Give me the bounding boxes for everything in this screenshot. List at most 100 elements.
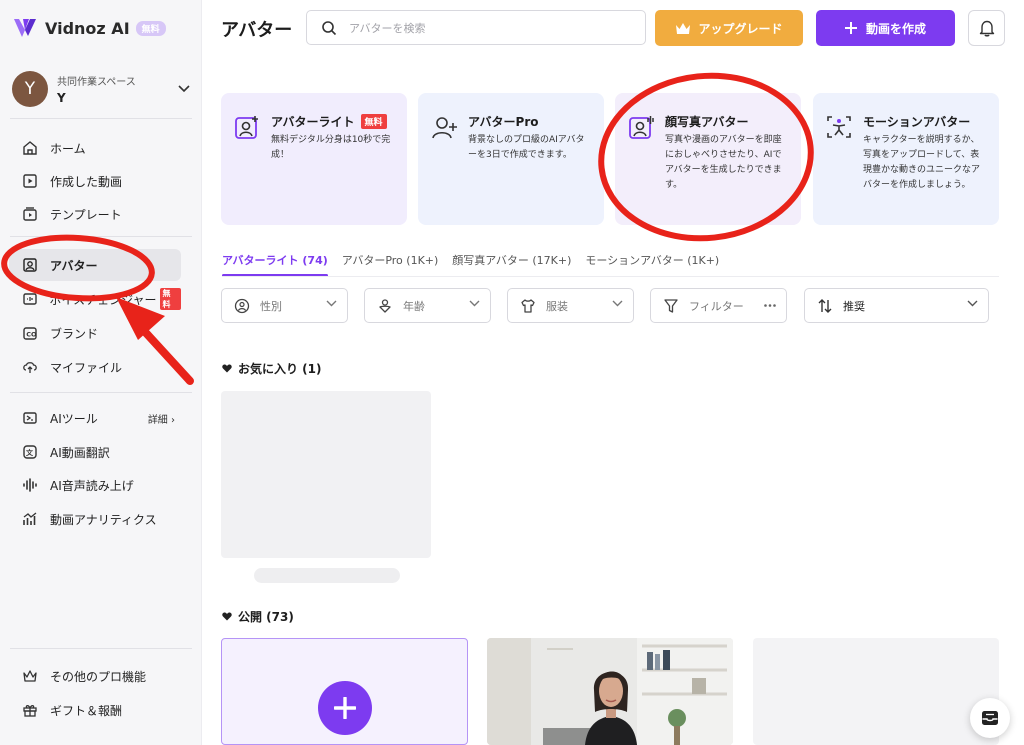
create-video-button[interactable]: 動画を作成 xyxy=(816,10,955,46)
details-label: 詳細 xyxy=(147,414,168,426)
brand-icon: CO xyxy=(23,327,37,340)
ai-tools-icon xyxy=(23,412,37,424)
page-title: アバター xyxy=(221,20,293,41)
tab-avatar-pro[interactable]: アバターPro (1K+) xyxy=(342,252,439,277)
filter-label: フィルター xyxy=(689,299,744,313)
sidebar-item-home[interactable]: ホーム xyxy=(9,132,181,164)
divider xyxy=(10,118,192,119)
analytics-icon xyxy=(23,512,37,525)
sidebar-item-templates[interactable]: テンプレート xyxy=(9,198,181,230)
free-badge: 無料 xyxy=(159,288,181,310)
plus-icon xyxy=(844,22,857,34)
heart-icon xyxy=(222,364,232,373)
app-name: Vidnoz AI xyxy=(45,18,130,38)
sidebar-item-voice-changer[interactable]: ボイスチェンジャー 無料 xyxy=(9,283,181,315)
sidebar-item-avatar[interactable]: アバター xyxy=(9,249,181,281)
notification-button[interactable] xyxy=(968,10,1005,46)
avatar-icon xyxy=(23,258,37,272)
card-photo-avatar[interactable]: 顔写真アバター 写真や漫画のアバターを即座におしゃべりさせたり、AIでアバターを… xyxy=(615,93,801,225)
divider xyxy=(10,648,192,649)
sidebar-item-label: ボイスチェンジャー xyxy=(49,292,157,307)
card-description: 写真や漫画のアバターを即座におしゃべりさせたり、AIでアバターを生成したりできま… xyxy=(665,135,782,190)
person-circle-icon xyxy=(234,298,250,313)
card-avatar-pro[interactable]: アバターPro 背景なしのプロ級のAIアバターを3日で作成できます。 xyxy=(418,93,604,225)
search-input[interactable]: アバターを検索 xyxy=(306,10,646,45)
chevron-down-icon xyxy=(612,300,623,307)
bell-icon xyxy=(979,20,994,37)
sort-select[interactable]: 推奨 xyxy=(804,288,989,323)
sidebar-item-analytics[interactable]: 動画アナリティクス xyxy=(9,503,181,535)
filter-label: 性別 xyxy=(260,299,282,313)
search-placeholder: アバターを検索 xyxy=(349,21,426,35)
sidebar-item-label: テンプレート xyxy=(50,207,122,222)
upgrade-label: アップグレード xyxy=(698,21,783,36)
divider xyxy=(10,392,192,393)
favorite-avatar-card[interactable] xyxy=(221,391,431,558)
tab-motion-avatar[interactable]: モーションアバター (1K+) xyxy=(585,252,719,277)
crown-icon xyxy=(23,670,37,682)
sidebar-item-label: 動画アナリティクス xyxy=(50,512,157,527)
tabs-divider xyxy=(222,276,999,277)
clothing-filter[interactable]: 服装 xyxy=(507,288,634,323)
sidebar-item-gifts[interactable]: ギフト＆報酬 xyxy=(9,694,181,726)
tab-avatar-lite[interactable]: アバターライト (74) xyxy=(222,252,328,277)
sidebar-item-label: マイファイル xyxy=(50,360,123,375)
motion-avatar-icon xyxy=(827,116,851,138)
section-title: 公開 (73) xyxy=(238,610,294,624)
avatar: Y xyxy=(12,71,48,107)
create-avatar-card[interactable] xyxy=(221,638,468,745)
create-label: 動画を作成 xyxy=(865,21,926,36)
tab-photo-avatar[interactable]: 顔写真アバター (17K+) xyxy=(452,252,571,277)
workspace-switcher[interactable]: Y 共同作業スペース Y xyxy=(12,70,190,108)
free-badge: 無料 xyxy=(135,20,166,36)
age-icon xyxy=(379,298,391,313)
video-icon xyxy=(23,174,37,188)
chevron-down-icon xyxy=(178,85,190,93)
age-filter[interactable]: 年齢 xyxy=(364,288,491,323)
sidebar-item-ai-translate[interactable]: 文 AI動画翻訳 xyxy=(9,436,181,468)
sidebar-item-my-files[interactable]: マイファイル xyxy=(9,351,181,383)
details-link[interactable]: 詳細 › xyxy=(148,411,175,426)
sort-icon xyxy=(818,298,832,313)
inbox-button[interactable] xyxy=(970,698,1010,738)
card-title: アバターPro xyxy=(468,115,539,129)
sidebar-item-brand[interactable]: CO ブランド xyxy=(9,317,181,349)
voice-icon xyxy=(23,293,37,305)
card-avatar-lite[interactable]: アバターライト 無料 無料デジタル分身は10秒で完成！ xyxy=(221,93,407,225)
translate-icon: 文 xyxy=(23,445,37,459)
sidebar-item-label: 作成した動画 xyxy=(50,174,123,189)
sidebar-item-tts[interactable]: AI音声読み上げ xyxy=(9,469,181,501)
card-motion-avatar[interactable]: モーションアバター キャラクターを説明するか、写真をアップロードして、表現豊かな… xyxy=(813,93,999,225)
app-logo[interactable]: Vidnoz AI 無料 xyxy=(12,16,166,40)
more-filter[interactable]: フィルター xyxy=(650,288,787,323)
sidebar-item-label: ホーム xyxy=(50,141,86,156)
favorites-heading[interactable]: お気に入り (1) xyxy=(222,360,322,377)
upload-icon xyxy=(23,362,37,373)
avatar-card[interactable] xyxy=(753,638,999,745)
card-description: 無料デジタル分身は10秒で完成！ xyxy=(271,135,391,160)
avatar-card[interactable] xyxy=(487,638,733,745)
chevron-down-icon xyxy=(967,300,978,307)
sidebar-item-label: AI動画翻訳 xyxy=(50,445,110,460)
sidebar-item-videos[interactable]: 作成した動画 xyxy=(9,165,181,197)
shirt-icon xyxy=(521,298,535,313)
chevron-down-icon xyxy=(326,300,337,307)
card-description: キャラクターを説明するか、写真をアップロードして、表現豊かな動きのユニークなアバ… xyxy=(863,135,981,190)
public-heading[interactable]: 公開 (73) xyxy=(222,608,294,625)
sidebar-item-pro-features[interactable]: その他のプロ機能 xyxy=(9,660,181,692)
sidebar-item-ai-tools[interactable]: AIツール 詳細 › xyxy=(9,402,181,434)
sidebar-item-label: AIツール xyxy=(50,411,98,426)
card-title: 顔写真アバター xyxy=(665,115,749,129)
sidebar-item-label: アバター xyxy=(50,258,98,273)
waveform-icon xyxy=(23,478,37,492)
sidebar: Vidnoz AI 無料 Y 共同作業スペース Y ホーム 作成した動画 テンプ… xyxy=(0,0,202,745)
add-avatar-button[interactable] xyxy=(318,681,372,735)
sort-label: 推奨 xyxy=(843,299,865,313)
inbox-icon xyxy=(982,711,998,725)
gender-filter[interactable]: 性別 xyxy=(221,288,348,323)
svg-text:文: 文 xyxy=(26,448,34,457)
sidebar-item-label: ギフト＆報酬 xyxy=(50,703,123,718)
upgrade-button[interactable]: アップグレード xyxy=(655,10,803,46)
free-badge: 無料 xyxy=(360,114,387,129)
divider xyxy=(10,236,192,237)
